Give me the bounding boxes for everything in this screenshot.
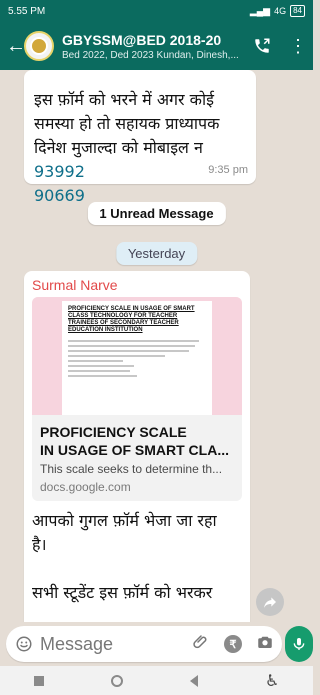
battery-icon: 84 [290,5,305,17]
message-placeholder: Message [40,633,114,654]
link-title: PROFICIENCY SCALE IN USAGE OF SMART CLA.… [40,423,236,459]
emoji-icon[interactable] [14,634,34,654]
mic-icon[interactable] [285,626,313,662]
attach-icon[interactable] [192,633,210,656]
sender-name[interactable]: Surmal Narve [32,277,118,293]
chat-area[interactable]: इस फ़ॉर्म को भरने में अगर कोई समस्या हो … [0,70,313,622]
document-preview: PROFICIENCY SCALE IN USAGE OF SMART CLAS… [62,301,212,415]
link-domain: docs.google.com [40,480,131,494]
unread-separator: 1 Unread Message [87,202,226,225]
link-title-line: IN USAGE OF SMART CLA... [40,442,229,458]
composer: Message ₹ [0,622,313,666]
link-description: This scale seeks to determine th... [40,462,223,476]
accessibility-icon[interactable]: ♿︎ [265,671,279,691]
message-line: समस्या हो तो सहायक प्राध्यापक [34,114,220,133]
message-line: सभी स्टूडेंट इस फ़ॉर्म को भरकर [32,583,213,602]
message-text: आपको गुगल फ़ॉर्म भेजा जा रहा है। सभी स्ट… [32,509,237,605]
signal-icon: ▂▄▆ [249,5,271,16]
status-time: 5.55 PM [8,5,46,17]
chat-subtitle: Bed 2022, Ded 2023 Kundan, Dinesh,... [62,49,239,61]
composer-icons: ₹ [192,633,274,656]
header-actions: ⋮ [253,37,307,55]
home-icon[interactable] [110,674,123,687]
back-arrow-icon[interactable]: ← [6,35,26,58]
message-line-text: दिनेश मुजाल्दा को मोबाइल न [34,138,203,157]
avatar-emblem [30,37,48,55]
chat-header: ← GBYSSM@BED 2018-20 Bed 2022, Ded 2023 … [0,22,313,70]
date-separator: Yesterday [115,242,198,265]
message-line: इस फ़ॉर्म को भरने में अगर कोई [34,90,214,109]
recent-apps-icon[interactable] [33,675,44,686]
status-bar: 5.55 PM ▂▄▆ 4G 84 [0,0,313,22]
rupee-icon[interactable]: ₹ [224,635,242,653]
document-title: PROFICIENCY SCALE IN USAGE OF SMART CLAS… [68,306,195,333]
message-text: इस फ़ॉर्म को भरने में अगर कोई समस्या हो … [34,88,246,208]
camera-icon[interactable] [256,633,274,656]
message-bubble[interactable]: इस फ़ॉर्म को भरने में अगर कोई समस्या हो … [24,70,256,205]
message-time: 9:35 pm [208,164,248,176]
forward-icon[interactable] [256,588,284,616]
status-icons: ▂▄▆ 4G 84 [250,5,305,17]
message-input[interactable]: Message ₹ [6,626,282,662]
chat-title-block[interactable]: GBYSSM@BED 2018-20 Bed 2022, Ded 2023 Ku… [62,32,243,61]
message-line: दिनेश मुजाल्दा को मोबाइल न 93992 [34,136,246,184]
link-text: PROFICIENCY SCALE IN USAGE OF SMART CLA.… [40,423,236,494]
link-thumbnail[interactable]: PROFICIENCY SCALE IN USAGE OF SMART CLAS… [32,297,242,415]
nav-back-icon[interactable] [189,674,198,687]
message-line: आपको गुगल फ़ॉर्म भेजा जा रहा [32,511,217,530]
system-navbar: ♿︎ [0,666,313,695]
message-line: है। [32,535,47,554]
phone-link[interactable]: 93992 [34,162,85,181]
network-label: 4G [274,6,287,16]
group-avatar-icon[interactable] [24,31,54,61]
link-preview-card[interactable]: PROFICIENCY SCALE IN USAGE OF SMART CLAS… [32,297,242,501]
menu-icon[interactable]: ⋮ [289,37,307,55]
message-bubble-link[interactable]: Surmal Narve PROFICIENCY SCALE IN USAGE … [24,271,250,622]
document-body [68,340,206,377]
link-title-line: PROFICIENCY SCALE [40,424,187,440]
call-icon[interactable] [253,37,271,55]
chat-title: GBYSSM@BED 2018-20 [62,31,222,48]
